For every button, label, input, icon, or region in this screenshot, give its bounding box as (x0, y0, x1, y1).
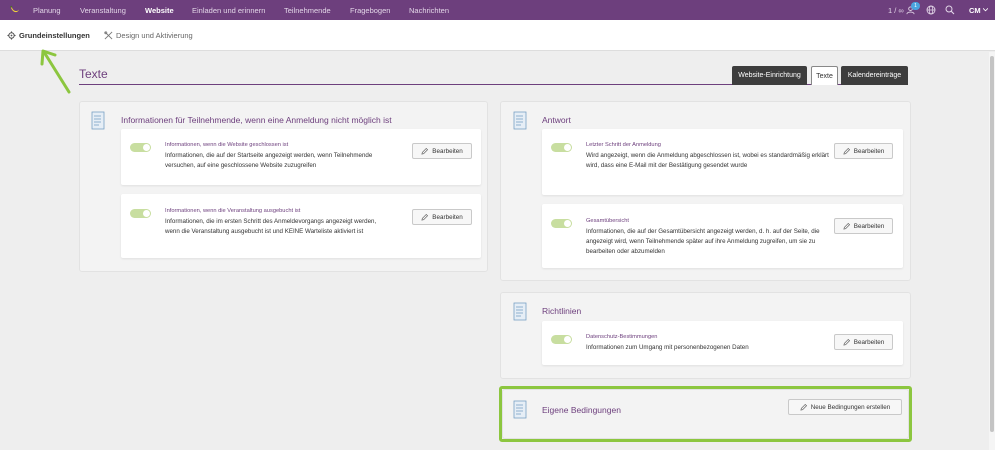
card-title: Informationen, wenn die Website geschlos… (165, 142, 289, 148)
enable-toggle[interactable] (551, 143, 572, 152)
subnav-grundeinstellungen[interactable]: Grundeinstellungen (7, 31, 90, 40)
nav-item-einladen[interactable]: Einladen und erinnern (192, 6, 265, 15)
card-description: Informationen, die auf der Startseite an… (165, 152, 373, 169)
pencil-icon (421, 147, 429, 155)
subnav-label: Design und Aktivierung (116, 31, 193, 40)
enable-toggle[interactable] (551, 335, 572, 344)
user-avatar-initials[interactable]: CM (969, 6, 981, 15)
nav-item-nachrichten[interactable]: Nachrichten (409, 6, 449, 15)
subnav-label: Grundeinstellungen (19, 31, 90, 40)
pencil-icon (421, 213, 429, 221)
nav-item-website[interactable]: Website (145, 6, 174, 15)
text-card: Informationen, wenn die Veranstaltung au… (121, 194, 481, 258)
edit-button[interactable]: Bearbeiten (834, 218, 893, 234)
card-title: Informationen, wenn die Veranstaltung au… (165, 208, 301, 214)
panel-title: Richtlinien (542, 306, 582, 316)
document-icon (513, 111, 527, 130)
nav-item-veranstaltung[interactable]: Veranstaltung (80, 6, 126, 15)
edit-button-label: Bearbeiten (853, 222, 885, 230)
edit-button-label: Bearbeiten (432, 213, 463, 221)
scrollbar-thumb[interactable] (990, 56, 994, 432)
annotation-arrow-icon (40, 49, 71, 94)
tab-texte[interactable]: Texte (811, 66, 838, 85)
edit-button[interactable]: Bearbeiten (834, 334, 893, 350)
nav-item-fragebogen[interactable]: Fragebogen (350, 6, 390, 15)
text-card: Informationen, wenn die Website geschlos… (121, 129, 481, 185)
card-description: Informationen zum Umgang mit personenbez… (586, 344, 749, 351)
edit-button-label: Bearbeiten (432, 147, 463, 155)
edit-button-label: Bearbeiten (853, 338, 885, 346)
search-icon[interactable] (945, 5, 955, 15)
tab-website-einrichtung[interactable]: Website-Einrichtung (732, 66, 807, 85)
pencil-icon (843, 338, 850, 346)
nav-item-teilnehmende[interactable]: Teilnehmende (284, 6, 331, 15)
quota-counter: 1 / ∞ (888, 6, 904, 15)
panel-antwort: Antwort Letzter Schritt der Anmeldung Wi… (500, 101, 911, 281)
globe-icon[interactable] (926, 5, 936, 15)
enable-toggle[interactable] (551, 219, 572, 228)
card-description: Wird angezeigt, wenn die Anmeldung abges… (586, 152, 829, 169)
chevron-down-icon[interactable] (983, 8, 988, 12)
sub-navigation: Grundeinstellungen Design und Aktivierun… (0, 20, 995, 51)
card-title: Gesamtübersicht (586, 218, 629, 224)
document-icon (91, 111, 105, 130)
panel-title: Informationen für Teilnehmende, wenn ein… (121, 115, 392, 125)
subnav-design-und-aktivierung[interactable]: Design und Aktivierung (104, 31, 193, 40)
scrollbar[interactable] (989, 52, 995, 450)
gear-icon (7, 31, 16, 40)
pencil-icon (843, 147, 850, 155)
text-card: Gesamtübersicht Informationen, die auf d… (542, 204, 903, 268)
notification-badge: 1 (911, 2, 920, 10)
edit-button[interactable]: Bearbeiten (834, 143, 893, 159)
enable-toggle[interactable] (130, 209, 151, 218)
nav-item-planung[interactable]: Planung (33, 6, 61, 15)
card-title: Letzter Schritt der Anmeldung (586, 142, 661, 148)
document-icon (513, 302, 527, 321)
top-navigation: Planung Veranstaltung Website Einladen u… (0, 0, 995, 20)
edit-button-label: Bearbeiten (853, 147, 885, 155)
banana-logo-icon[interactable] (9, 4, 20, 15)
pencil-icon (843, 222, 850, 230)
card-description: Informationen, die auf der Gesamtübersic… (586, 228, 820, 255)
palette-icon (104, 31, 113, 40)
panel-richtlinien: Richtlinien Datenschutz-Bestimmungen Inf… (500, 292, 911, 379)
highlight-frame (499, 386, 912, 442)
tab-kalendereintraege[interactable]: Kalendereinträge (841, 66, 908, 85)
text-card: Letzter Schritt der Anmeldung Wird angez… (542, 129, 903, 195)
text-card: Datenschutz-Bestimmungen Informationen z… (542, 321, 903, 365)
edit-button[interactable]: Bearbeiten (412, 209, 472, 225)
panel-info-teilnehmende: Informationen für Teilnehmende, wenn ein… (79, 101, 488, 272)
panel-title: Antwort (542, 115, 571, 125)
card-description: Informationen, die im ersten Schritt des… (165, 218, 377, 235)
card-title: Datenschutz-Bestimmungen (586, 334, 658, 340)
edit-button[interactable]: Bearbeiten (412, 143, 472, 159)
enable-toggle[interactable] (130, 143, 151, 152)
page-title: Texte (79, 67, 108, 81)
